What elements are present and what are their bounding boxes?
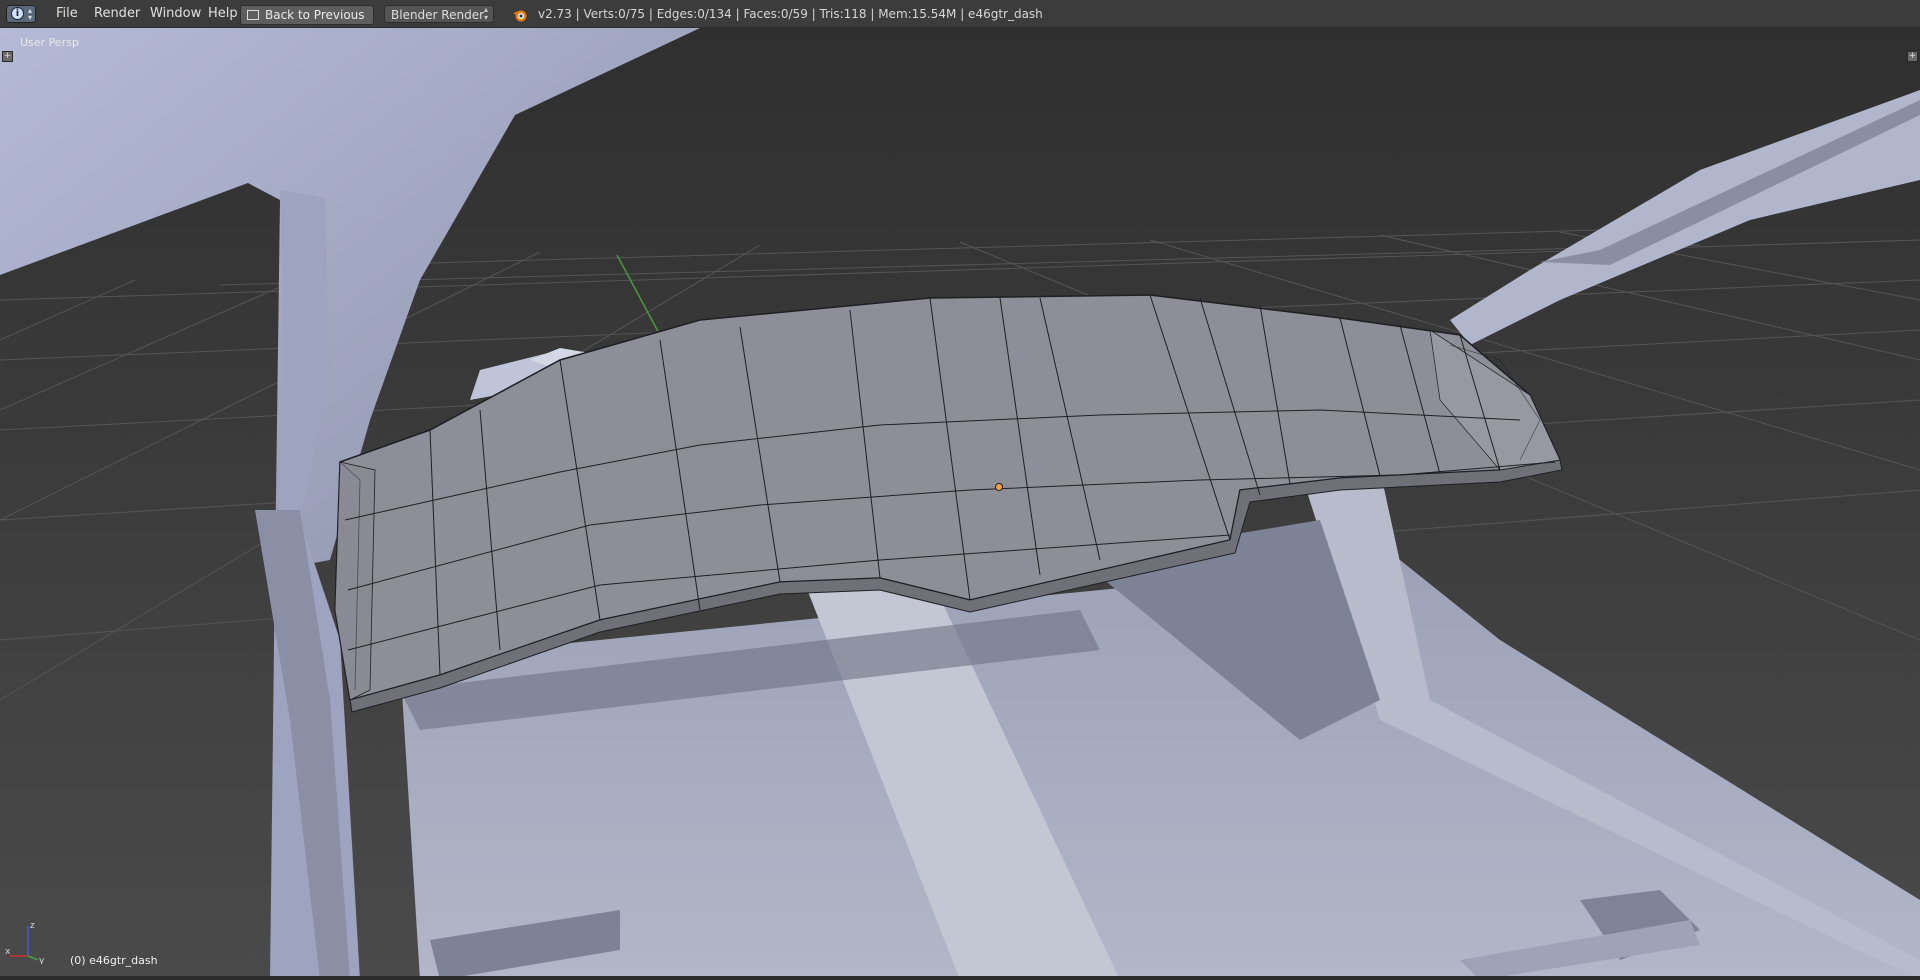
object-origin-point[interactable] — [995, 483, 1003, 491]
info-icon: i — [11, 7, 24, 20]
axis-gizmo: z x y — [4, 916, 52, 964]
header-bar: i ▴ ▾ File Render Window Help Back to Pre… — [0, 0, 1920, 28]
gizmo-y-label: y — [39, 956, 45, 964]
chevron-updown-icon: ▴ ▾ — [27, 6, 32, 22]
viewport-scene — [0, 28, 1920, 980]
back-to-previous-label: Back to Previous — [265, 8, 365, 22]
y-axis-gizmo-line — [27, 955, 39, 961]
menu-help[interactable]: Help — [200, 0, 246, 28]
render-engine-select[interactable]: Blender Render ▴ ▾ — [384, 5, 494, 23]
menu-render[interactable]: Render — [86, 0, 148, 28]
scene-stats: v2.73 | Verts:0/75 | Edges:0/134 | Faces… — [538, 7, 1043, 21]
view-mode-label: User Persp — [20, 36, 79, 49]
gizmo-z-label: z — [30, 921, 35, 931]
back-screen-icon — [247, 10, 259, 20]
toolshelf-expand-icon[interactable]: + — [2, 51, 13, 62]
properties-expand-icon[interactable]: + — [1907, 51, 1918, 62]
active-object-label: (0) e46gtr_dash — [70, 954, 158, 967]
3d-viewport[interactable]: User Persp + + z x y (0) e46gtr_dash — [0, 28, 1920, 980]
back-to-previous-button[interactable]: Back to Previous — [240, 5, 374, 25]
render-engine-label: Blender Render — [391, 8, 485, 22]
gizmo-x-label: x — [5, 947, 11, 957]
menu-file[interactable]: File — [48, 0, 86, 28]
blender-logo-icon — [512, 6, 528, 22]
chevron-updown-icon: ▴ ▾ — [483, 5, 488, 22]
viewport-bottom-border — [0, 976, 1920, 980]
editor-type-button[interactable]: i ▴ ▾ — [6, 5, 36, 23]
